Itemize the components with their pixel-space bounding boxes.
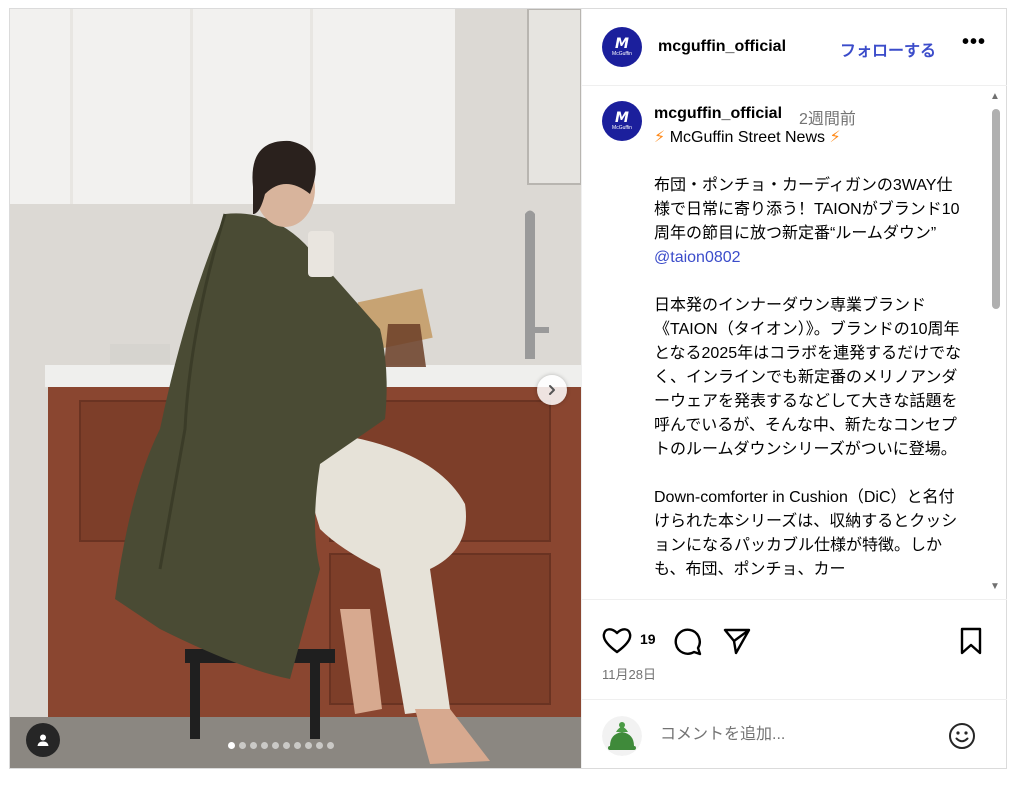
like-count[interactable]: 19 [640, 631, 656, 647]
heart-icon [602, 628, 632, 654]
current-user-avatar [602, 716, 642, 756]
caption-text: ⚡ McGuffin Street News ⚡ 布団・ポンチョ・カーディガンの… [654, 126, 964, 582]
comment-icon [674, 628, 702, 656]
send-icon [723, 628, 751, 655]
caption-paragraph: 日本発のインナーダウン専業ブランド《TAION（タイオン）》。ブランドの10周年… [654, 297, 962, 458]
caption-scroll-area[interactable]: M McGuffin mcguffin_official 2週間前 ⚡ McGu… [582, 86, 1007, 599]
post-date: 11月28日 [602, 667, 656, 682]
caption-scrollbar[interactable]: ▲ ▼ [987, 91, 1003, 596]
more-options-icon[interactable]: ••• [962, 31, 986, 54]
author-username[interactable]: mcguffin_official [658, 38, 786, 56]
carousel-dot [305, 742, 312, 749]
like-button[interactable] [602, 626, 632, 659]
next-image-button[interactable] [537, 375, 567, 405]
brand-logo-mark: M [615, 36, 629, 52]
author-avatar[interactable]: M McGuffin [602, 27, 642, 67]
caption-headline: ⚡ McGuffin Street News ⚡ [654, 126, 964, 150]
brand-logo-mark: M [615, 110, 629, 126]
person-icon [37, 734, 49, 746]
scroll-down-arrow-icon[interactable]: ▼ [990, 581, 1000, 592]
carousel-dot [272, 742, 279, 749]
post-photo [10, 9, 581, 768]
mention-link[interactable]: @taion0802 [654, 249, 741, 266]
carousel-dot [261, 742, 268, 749]
post-header: M McGuffin mcguffin_official フォローする ••• [582, 9, 1007, 86]
caption-paragraph: Down-comforter in Cushion（DiC）と名付けられた本シリ… [654, 489, 958, 578]
headline-text: McGuffin Street News [669, 129, 825, 146]
carousel-dot [239, 742, 246, 749]
carousel-dot [228, 742, 235, 749]
post-media [10, 9, 581, 768]
bolt-icon: ⚡ [829, 129, 841, 146]
carousel-dot [283, 742, 290, 749]
follow-button[interactable]: フォローする [840, 37, 936, 61]
avatar-illustration [602, 716, 642, 756]
smiley-icon [949, 723, 975, 749]
comment-button[interactable] [672, 626, 702, 661]
brand-logo-text: McGuffin [612, 51, 632, 57]
post-sidebar: M McGuffin mcguffin_official フォローする ••• … [581, 9, 1007, 768]
carousel-dot [316, 742, 323, 749]
comment-bar [582, 699, 1007, 768]
emoji-picker-button[interactable] [948, 722, 976, 755]
brand-logo-text: McGuffin [612, 125, 632, 131]
carousel-indicator [228, 742, 334, 749]
carousel-dot [294, 742, 301, 749]
bolt-icon: ⚡ [654, 129, 666, 146]
scrollbar-thumb[interactable] [992, 109, 1000, 309]
caption-paragraph: 布団・ポンチョ・カーディガンの3WAY仕様で日常に寄り添う！TAIONがブランド… [654, 177, 960, 242]
post-dialog: M McGuffin mcguffin_official フォローする ••• … [9, 8, 1007, 769]
post-actions: 19 11月28日 [582, 599, 1007, 699]
comment-input[interactable] [658, 722, 932, 748]
carousel-dot [250, 742, 257, 749]
chevron-right-icon [549, 385, 555, 395]
save-button[interactable] [958, 626, 984, 661]
bookmark-icon [960, 627, 982, 655]
share-button[interactable] [722, 626, 752, 661]
carousel-dot [327, 742, 334, 749]
scroll-up-arrow-icon[interactable]: ▲ [990, 91, 1000, 102]
caption-author-avatar[interactable]: M McGuffin [602, 101, 642, 141]
caption-username[interactable]: mcguffin_official [654, 105, 782, 123]
tagged-users-button[interactable] [26, 723, 60, 757]
